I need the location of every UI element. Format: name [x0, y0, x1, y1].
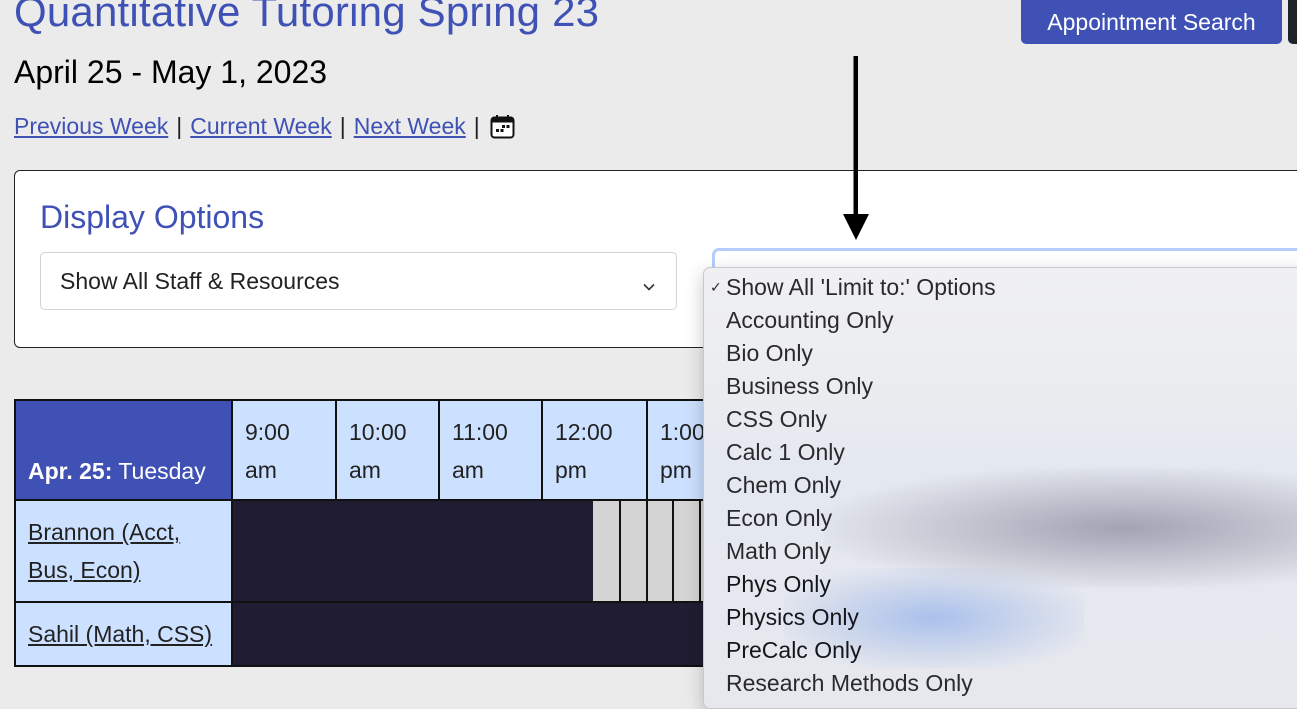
calendar-icon[interactable] — [490, 114, 515, 139]
dropdown-option[interactable]: Econ Only — [704, 502, 996, 535]
dropdown-option[interactable]: Math Only — [704, 535, 996, 568]
day-name: Tuesday — [118, 458, 206, 484]
previous-week-link[interactable]: Previous Week — [14, 113, 168, 140]
table-row: Sahil (Math, CSS) — [14, 601, 752, 667]
dropdown-option[interactable]: Business Only — [704, 370, 996, 403]
checkmark-icon: ✓ — [710, 279, 722, 295]
dropdown-option-label: Math Only — [726, 538, 831, 564]
dropdown-option[interactable]: Chem Only — [704, 469, 996, 502]
dropdown-option-label: Econ Only — [726, 505, 833, 531]
schedule-header-row: Apr. 25: Tuesday 9:00 am 10:00 am 11:00 am … — [14, 399, 752, 501]
limit-to-dropdown-menu: ✓ Show All 'Limit to:' Options Accounting … — [703, 267, 1297, 709]
week-navigation: Previous Week | Current Week | Next Week… — [14, 113, 515, 140]
schedule-table: Apr. 25: Tuesday 9:00 am 10:00 am 11:00 am … — [14, 399, 752, 667]
time-header: 12:00 pm — [541, 399, 648, 501]
dropdown-option[interactable]: Bio Only — [704, 337, 996, 370]
dropdown-option[interactable]: Accounting Only — [704, 304, 996, 337]
day-header: Apr. 25: Tuesday — [14, 399, 233, 501]
dropdown-option-label: Calc 1 Only — [726, 439, 845, 465]
date-range: April 25 - May 1, 2023 — [14, 54, 328, 90]
dropdown-option-label: Phys Only — [726, 571, 831, 597]
dropdown-option[interactable]: Calc 1 Only — [704, 436, 996, 469]
dropdown-option-label: Bio Only — [726, 340, 813, 366]
staff-select[interactable]: Show All Staff & Resources — [40, 252, 677, 310]
staff-cell: Brannon (Acct, Bus, Econ) — [14, 499, 233, 603]
dropdown-option[interactable]: ✓ Show All 'Limit to:' Options — [704, 271, 996, 304]
chevron-down-icon — [642, 273, 656, 291]
availability-row — [231, 499, 752, 603]
dropdown-option[interactable]: Physics Only — [704, 601, 996, 634]
time-header: 11:00 am — [438, 399, 543, 501]
dropdown-option-label: Show All 'Limit to:' Options — [726, 274, 996, 300]
staff-link[interactable]: Brannon (Acct, Bus, Econ) — [28, 519, 180, 583]
dropdown-option[interactable]: Research Methods Only — [704, 667, 996, 700]
time-header: 9:00 am — [231, 399, 337, 501]
dropdown-option[interactable]: CSS Only — [704, 403, 996, 436]
current-week-link[interactable]: Current Week — [190, 113, 331, 140]
staff-cell: Sahil (Math, CSS) — [14, 601, 233, 667]
open-slot[interactable] — [674, 501, 701, 601]
dropdown-option-label: Physics Only — [726, 604, 859, 630]
staff-link[interactable]: Sahil (Math, CSS) — [28, 621, 212, 647]
open-slot[interactable] — [593, 501, 621, 601]
separator: | — [176, 113, 183, 139]
separator: | — [473, 113, 480, 139]
dropdown-option[interactable]: PreCalc Only — [704, 634, 996, 667]
open-slot[interactable] — [648, 501, 674, 601]
next-week-link[interactable]: Next Week — [354, 113, 466, 140]
down-arrow-icon — [843, 56, 869, 240]
staff-select-value: Show All Staff & Resources — [60, 267, 340, 294]
menu-button[interactable] — [1288, 0, 1297, 44]
time-header: 10:00 am — [335, 399, 440, 501]
appointment-search-button[interactable]: Appointment Search — [1021, 0, 1282, 44]
dropdown-option-label: PreCalc Only — [726, 637, 862, 663]
dropdown-option-label: Accounting Only — [726, 307, 894, 333]
dropdown-option-label: Business Only — [726, 373, 874, 399]
dropdown-options: ✓ Show All 'Limit to:' Options Accounting … — [704, 271, 996, 700]
dropdown-option-label: Research Methods Only — [726, 670, 973, 696]
busy-slot — [231, 601, 752, 667]
separator: | — [339, 113, 346, 139]
display-options-title: Display Options — [40, 199, 265, 235]
open-slot[interactable] — [621, 501, 648, 601]
dropdown-option[interactable]: Phys Only — [704, 568, 996, 601]
page-title: Quantitative Tutoring Spring 23 — [14, 0, 600, 35]
table-row: Brannon (Acct, Bus, Econ) — [14, 499, 752, 603]
dropdown-option-label: CSS Only — [726, 406, 827, 432]
dropdown-option-label: Chem Only — [726, 472, 842, 498]
day-date: Apr. 25: — [28, 458, 113, 484]
